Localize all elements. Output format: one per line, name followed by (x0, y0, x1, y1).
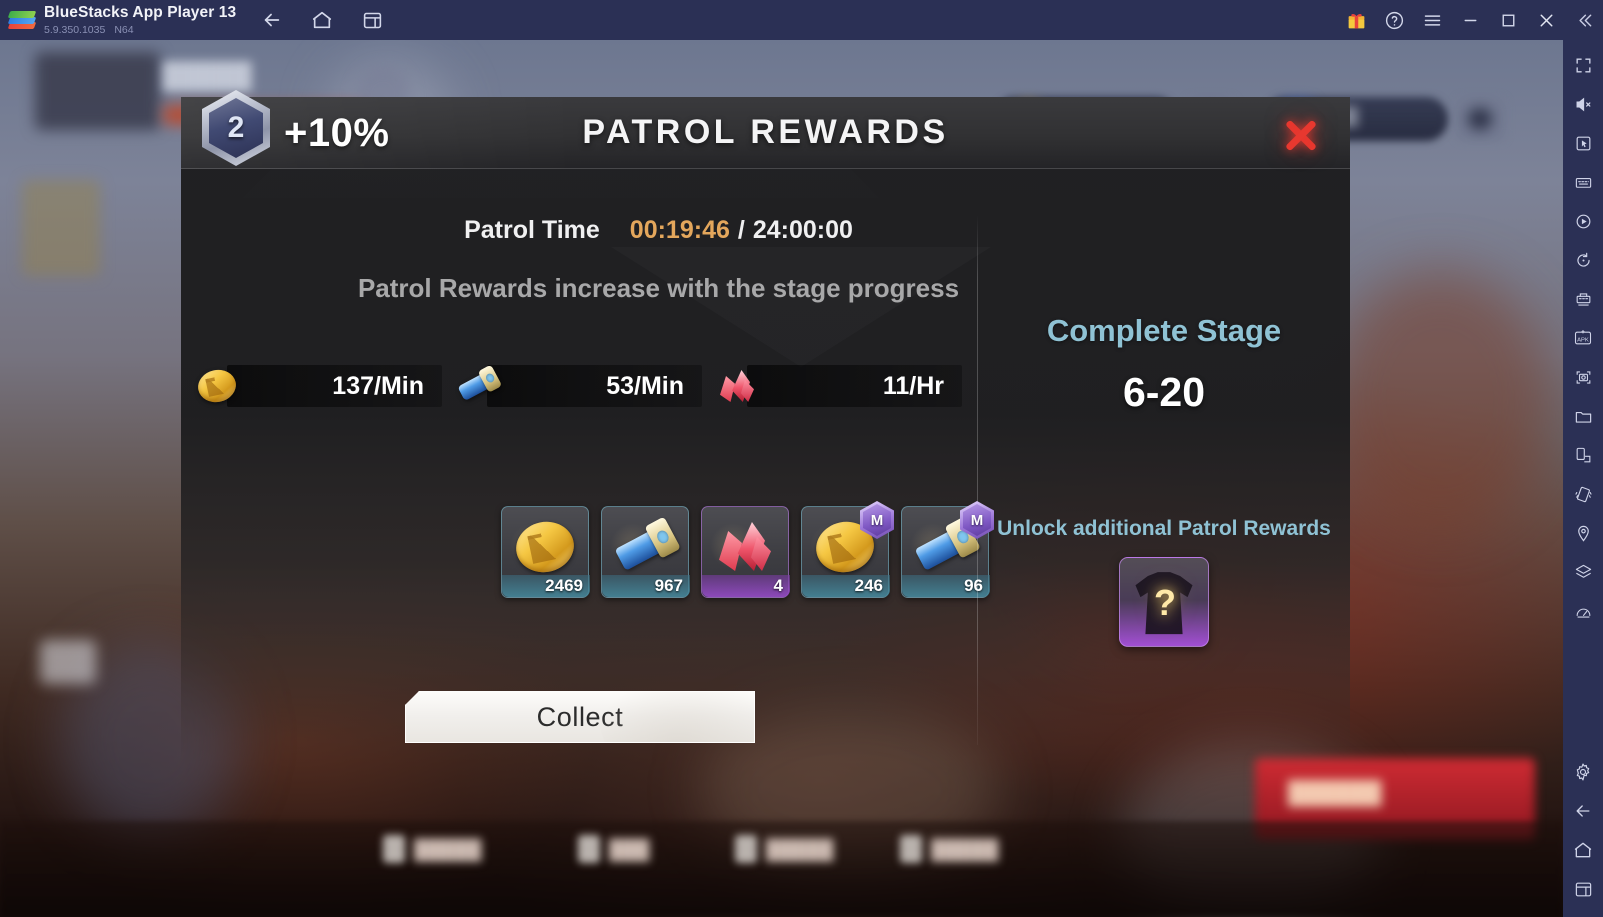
mythic-badge-label: M (970, 511, 984, 529)
mute-icon[interactable] (1566, 87, 1600, 121)
collapse-sidebar-button[interactable] (1565, 5, 1603, 35)
svg-text:APK: APK (1577, 337, 1589, 343)
bg-nav-icon (578, 835, 600, 863)
reward-quantity: 2469 (502, 575, 590, 597)
titlebar-actions (1337, 0, 1603, 40)
bg-hud-icon (40, 640, 96, 684)
question-mark-icon: ? (1154, 582, 1176, 623)
bg-nav-icon (735, 835, 757, 863)
game-screen: █████ ███ ███ ██████ █████ ███ █████ ███… (0, 40, 1563, 917)
gift-icon[interactable] (1337, 5, 1375, 35)
mythic-badge-label: M (870, 511, 884, 529)
install-apk-icon[interactable]: APK (1566, 321, 1600, 355)
performance-icon[interactable] (1566, 594, 1600, 628)
fullscreen-icon[interactable] (1566, 48, 1600, 82)
reward-card[interactable]: M 246 (801, 501, 894, 598)
bg-avatar-card (35, 52, 160, 130)
bg-plus-icon (1468, 108, 1492, 130)
keymapping-icon[interactable] (1566, 165, 1600, 199)
bg-nav-icon (900, 835, 922, 863)
app-identity: BlueStacks App Player 13 5.9.350.1035 N64 (44, 5, 236, 35)
location-icon[interactable] (1566, 516, 1600, 550)
layers-icon[interactable] (1566, 555, 1600, 589)
gold-coin-icon (195, 366, 241, 406)
patrol-time-separator: / (737, 216, 745, 244)
bluestacks-sidebar: APK (1563, 40, 1603, 917)
menu-icon[interactable] (1413, 5, 1451, 35)
multi-instance-button[interactable] (354, 5, 390, 35)
reward-card[interactable]: M 96 (901, 501, 994, 598)
reward-cards-row: 2469 967 4 M 246 M 96 (501, 501, 994, 598)
red-crystal-icon (717, 368, 761, 406)
bg-banner-text: ██████ (1288, 780, 1382, 805)
recents-icon[interactable] (1566, 872, 1600, 906)
reward-quantity: 967 (602, 575, 690, 597)
home-icon[interactable] (1566, 833, 1600, 867)
patrol-time-total: 24:00:00 (752, 216, 853, 244)
bg-nav-label: ███ (609, 840, 650, 861)
home-button[interactable] (304, 5, 340, 35)
rate-item-exp: 53/Min (457, 364, 702, 407)
bg-hud-icon (22, 180, 100, 276)
patrol-time-current: 00:19:46 (629, 216, 730, 244)
exp-potion-icon (457, 364, 503, 406)
media-folder-icon[interactable] (1566, 399, 1600, 433)
settings-icon[interactable] (1566, 755, 1600, 789)
gold-coin-icon (511, 516, 579, 578)
titlebar-nav-group (254, 5, 390, 35)
maximize-button[interactable] (1489, 5, 1527, 35)
app-version-row: 5.9.350.1035 N64 (44, 23, 236, 36)
exp-potion-icon (614, 516, 681, 572)
dialog-title: PATROL REWARDS (582, 113, 949, 151)
red-crystal-icon (715, 519, 775, 575)
unlock-rewards-label: Unlock additional Patrol Rewards (997, 517, 1331, 540)
reward-quantity: 4 (702, 575, 790, 597)
collect-button-label: Collect (536, 701, 624, 732)
patrol-rewards-dialog: 2 +10% PATROL REWARDS Patrol Time 00:19:4… (181, 90, 1350, 762)
complete-stage-value: 6-20 (1122, 369, 1206, 415)
mythic-badge-icon: M (960, 501, 994, 539)
rotate-icon[interactable] (1566, 243, 1600, 277)
rate-item-crystal: 11/Hr (717, 365, 962, 407)
right-panel: Complete Stage 6-20 Unlock additional Pa… (978, 215, 1350, 647)
reward-quantity: 246 (802, 575, 890, 597)
complete-stage-label: Complete Stage (1046, 313, 1282, 348)
app-build: N64 (114, 23, 134, 36)
mythic-badge-icon: M (860, 501, 894, 539)
rate-item-gold: 137/Min (195, 365, 442, 407)
patrol-time-label: Patrol Time (464, 216, 600, 244)
multi-instance-sync-icon[interactable] (1566, 282, 1600, 316)
minimize-button[interactable] (1451, 5, 1489, 35)
bg-nav-label: █████ (931, 840, 999, 861)
screenshot-icon[interactable] (1566, 360, 1600, 394)
bg-nav-label: █████ (414, 840, 482, 861)
close-window-button[interactable] (1527, 5, 1565, 35)
sidebar-bottom-group (1563, 755, 1603, 911)
help-icon[interactable] (1375, 5, 1413, 35)
reward-card[interactable]: 4 (701, 506, 790, 598)
bg-bottom-nav (0, 821, 1563, 917)
bg-player-name: █████ (163, 62, 252, 90)
dialog-chevron-watermark (611, 247, 991, 367)
back-icon[interactable] (1566, 794, 1600, 828)
reward-card[interactable]: 2469 (501, 506, 590, 598)
back-button[interactable] (254, 5, 290, 35)
macro-record-icon[interactable] (1566, 204, 1600, 238)
collect-button[interactable]: Collect (405, 691, 755, 743)
close-icon[interactable] (1278, 112, 1324, 158)
screen-share-icon[interactable] (1566, 438, 1600, 472)
app-version: 5.9.350.1035 (44, 23, 106, 36)
shake-icon[interactable] (1566, 477, 1600, 511)
bg-blur-shape (1330, 270, 1550, 530)
cursor-control-icon[interactable] (1566, 126, 1600, 160)
window-title-bar: BlueStacks App Player 13 5.9.350.1035 N64 (0, 0, 1603, 40)
bluestacks-logo-icon (7, 7, 37, 33)
app-title: BlueStacks App Player 13 (44, 4, 237, 21)
mystery-reward-card[interactable]: ? (1119, 557, 1209, 647)
bg-nav-icon (383, 835, 405, 863)
reward-card[interactable]: 967 (601, 506, 690, 598)
bluestacks-window: █████ ███ ███ ██████ █████ ███ █████ ███… (0, 0, 1603, 917)
bg-nav-label: █████ (766, 840, 834, 861)
